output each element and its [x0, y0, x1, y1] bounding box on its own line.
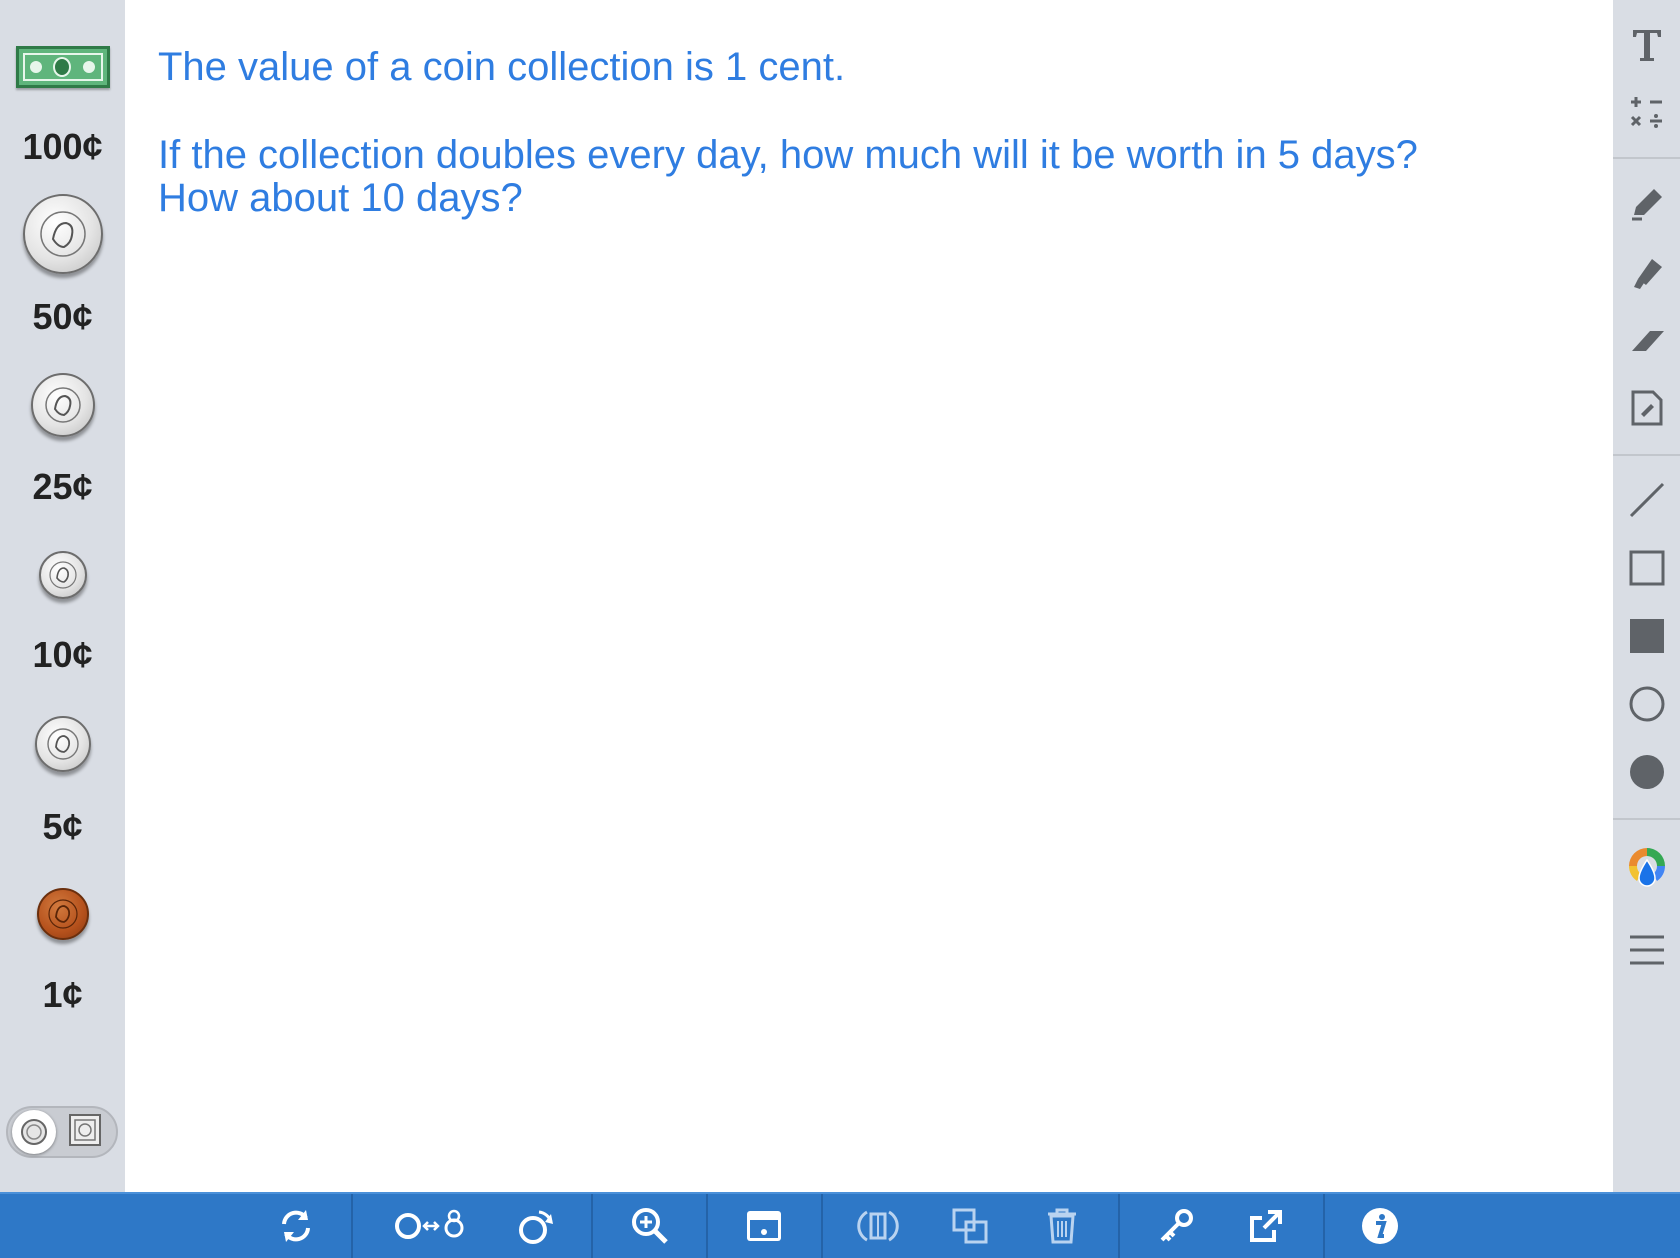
dollar-bill-icon [15, 46, 110, 88]
duplicate-icon[interactable] [942, 1194, 998, 1258]
half-dollar-icon [22, 194, 103, 274]
prompt-line-1: The value of a coin collection is 1 cent… [158, 45, 846, 89]
bottom-toolbar [0, 1192, 1680, 1258]
toolbar-divider [821, 1194, 823, 1258]
flip-horizontal-icon[interactable] [850, 1194, 906, 1258]
half-dollar-label: 50¢ [32, 296, 93, 337]
circle-outline-tool-icon[interactable] [1613, 676, 1680, 732]
tool-divider [1613, 157, 1680, 159]
toolbar-divider [1323, 1194, 1325, 1258]
line-tool-icon[interactable] [1613, 472, 1680, 528]
dollar-bill[interactable] [0, 46, 125, 88]
flip-coins-icon[interactable] [384, 1194, 480, 1258]
tool-divider [1613, 454, 1680, 456]
color-picker-icon[interactable] [1613, 840, 1680, 896]
rectangle-filled-tool-icon[interactable] [1613, 608, 1680, 664]
toolbar-divider [706, 1194, 708, 1258]
nickel-icon [34, 716, 91, 772]
coin-side-toggle[interactable] [6, 1106, 118, 1158]
quarter-label: 25¢ [32, 466, 93, 507]
dime-icon [38, 551, 87, 599]
zoom-icon[interactable] [622, 1194, 678, 1258]
work-canvas[interactable]: The value of a coin collection is 1 cent… [125, 0, 1613, 1192]
tool-divider [1613, 818, 1680, 820]
quarter-icon [30, 373, 95, 437]
dollar-bill-label: 100¢ [22, 126, 103, 167]
dime[interactable] [0, 551, 125, 599]
money-pieces-app: 100¢ 50¢ 25¢ 10¢ 5¢ 1¢ The value of a co… [0, 0, 1680, 1258]
math-tool-icon[interactable] [1613, 84, 1680, 140]
tool-sidebar [1613, 0, 1680, 1192]
coin-back-icon [68, 1113, 102, 1152]
menu-icon[interactable] [1613, 922, 1680, 978]
pen-tool-icon[interactable] [1613, 176, 1680, 232]
text-tool-icon[interactable] [1613, 16, 1680, 72]
half-dollar[interactable] [0, 194, 125, 274]
note-tool-icon[interactable] [1613, 380, 1680, 436]
money-sidebar: 100¢ 50¢ 25¢ 10¢ 5¢ 1¢ [0, 0, 125, 1192]
dime-label: 10¢ [32, 634, 93, 675]
penny-label: 1¢ [42, 974, 83, 1015]
eraser-tool-icon[interactable] [1613, 312, 1680, 368]
share-icon[interactable] [1238, 1194, 1294, 1258]
coin-front-icon [12, 1110, 56, 1154]
trash-icon[interactable] [1034, 1194, 1090, 1258]
quarter[interactable] [0, 373, 125, 437]
reset-icon[interactable] [268, 1194, 324, 1258]
nickel-label: 5¢ [42, 806, 83, 847]
penny[interactable] [0, 888, 125, 940]
prompt-line-3: How about 10 days? [158, 176, 523, 220]
rectangle-outline-tool-icon[interactable] [1613, 540, 1680, 596]
penny-icon [36, 888, 89, 940]
nickel[interactable] [0, 716, 125, 772]
rotate-coin-icon[interactable] [508, 1194, 564, 1258]
cover-icon[interactable] [736, 1194, 792, 1258]
toolbar-divider [351, 1194, 353, 1258]
toolbar-divider [1118, 1194, 1120, 1258]
prompt-line-2: If the collection doubles every day, how… [158, 133, 1418, 177]
info-icon[interactable] [1352, 1194, 1408, 1258]
marker-tool-icon[interactable] [1613, 244, 1680, 300]
toolbar-divider [591, 1194, 593, 1258]
key-icon[interactable] [1148, 1194, 1204, 1258]
circle-filled-tool-icon[interactable] [1613, 744, 1680, 800]
